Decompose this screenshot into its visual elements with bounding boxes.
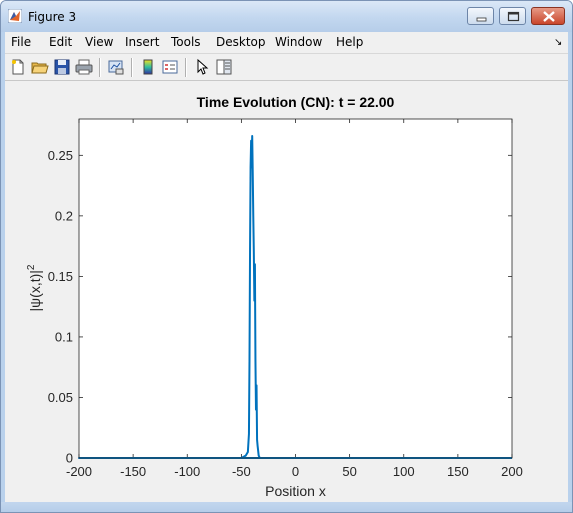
minimize-button[interactable] bbox=[467, 7, 494, 25]
y-tick-label: 0.1 bbox=[55, 329, 73, 344]
toolbar-separator bbox=[185, 58, 187, 77]
plot-canvas[interactable]: 00.050.10.150.20.25 -200 -150 -100 -50 0 50 10… bbox=[5, 81, 568, 502]
menu-tools[interactable]: Tools bbox=[171, 35, 201, 49]
open-file-icon[interactable] bbox=[31, 58, 49, 76]
y-tick-label: 0.2 bbox=[55, 208, 73, 223]
y-axis-label-exponent: 2 bbox=[26, 264, 37, 270]
menu-help[interactable]: Help bbox=[336, 35, 363, 49]
y-axis-label-main: |ψ(x,t)| bbox=[27, 270, 43, 311]
menu-edit[interactable]: Edit bbox=[49, 35, 72, 49]
y-tick-label: 0.05 bbox=[48, 390, 73, 405]
y-tick-label: 0.15 bbox=[48, 269, 73, 284]
menu-insert[interactable]: Insert bbox=[125, 35, 159, 49]
menu-desktop[interactable]: Desktop bbox=[216, 35, 266, 49]
maximize-icon bbox=[507, 11, 520, 22]
window-title: Figure 3 bbox=[28, 10, 77, 24]
toolbar bbox=[5, 53, 568, 81]
pointer-icon[interactable] bbox=[193, 58, 211, 76]
print-icon[interactable] bbox=[75, 58, 93, 76]
menu-file[interactable]: File bbox=[11, 35, 31, 49]
new-figure-icon[interactable] bbox=[9, 58, 27, 76]
legend-icon[interactable] bbox=[161, 58, 179, 76]
maximize-button[interactable] bbox=[499, 7, 526, 25]
menu-bar: File Edit View Insert Tools Desktop Wind… bbox=[5, 32, 568, 53]
axes-background bbox=[79, 119, 512, 458]
title-bar[interactable]: Figure 3 bbox=[1, 1, 572, 32]
toolbar-separator bbox=[99, 58, 101, 77]
colorbar-icon[interactable] bbox=[139, 58, 157, 76]
y-tick-label: 0.25 bbox=[48, 148, 73, 163]
x-tick-label: 0 bbox=[292, 464, 299, 479]
chart-title: Time Evolution (CN): t = 22.00 bbox=[197, 94, 395, 110]
menu-overflow-arrow-icon[interactable]: ↘ bbox=[554, 37, 562, 48]
close-icon bbox=[543, 11, 555, 22]
minimize-icon bbox=[476, 17, 487, 22]
menu-view[interactable]: View bbox=[85, 35, 113, 49]
x-axis-label: Position x bbox=[265, 483, 326, 499]
close-button[interactable] bbox=[531, 7, 565, 25]
x-tick-label: 200 bbox=[501, 464, 523, 479]
figure-window: Figure 3 File Edit View Insert Tools Des… bbox=[0, 0, 573, 513]
matlab-logo-icon bbox=[8, 9, 22, 23]
x-tick-label: -200 bbox=[66, 464, 92, 479]
x-tick-label: 150 bbox=[447, 464, 469, 479]
toolbar-separator bbox=[131, 58, 133, 77]
figure-canvas-area: 0 0.05 0.1 0.15 0.2 0.25 -200 -150 -100 -50 0 50 10… bbox=[5, 81, 568, 502]
menu-window[interactable]: Window bbox=[275, 35, 322, 49]
x-tick-label: -50 bbox=[232, 464, 251, 479]
x-tick-label: 100 bbox=[393, 464, 415, 479]
link-plot-icon[interactable] bbox=[107, 58, 125, 76]
y-axis-label: |ψ(x,t)|2 bbox=[26, 264, 43, 311]
save-icon[interactable] bbox=[53, 58, 71, 76]
x-tick-label: 50 bbox=[342, 464, 356, 479]
property-editor-icon[interactable] bbox=[215, 58, 233, 76]
x-tick-label: -100 bbox=[174, 464, 200, 479]
status-bar bbox=[1, 502, 572, 512]
x-tick-label: -150 bbox=[120, 464, 146, 479]
